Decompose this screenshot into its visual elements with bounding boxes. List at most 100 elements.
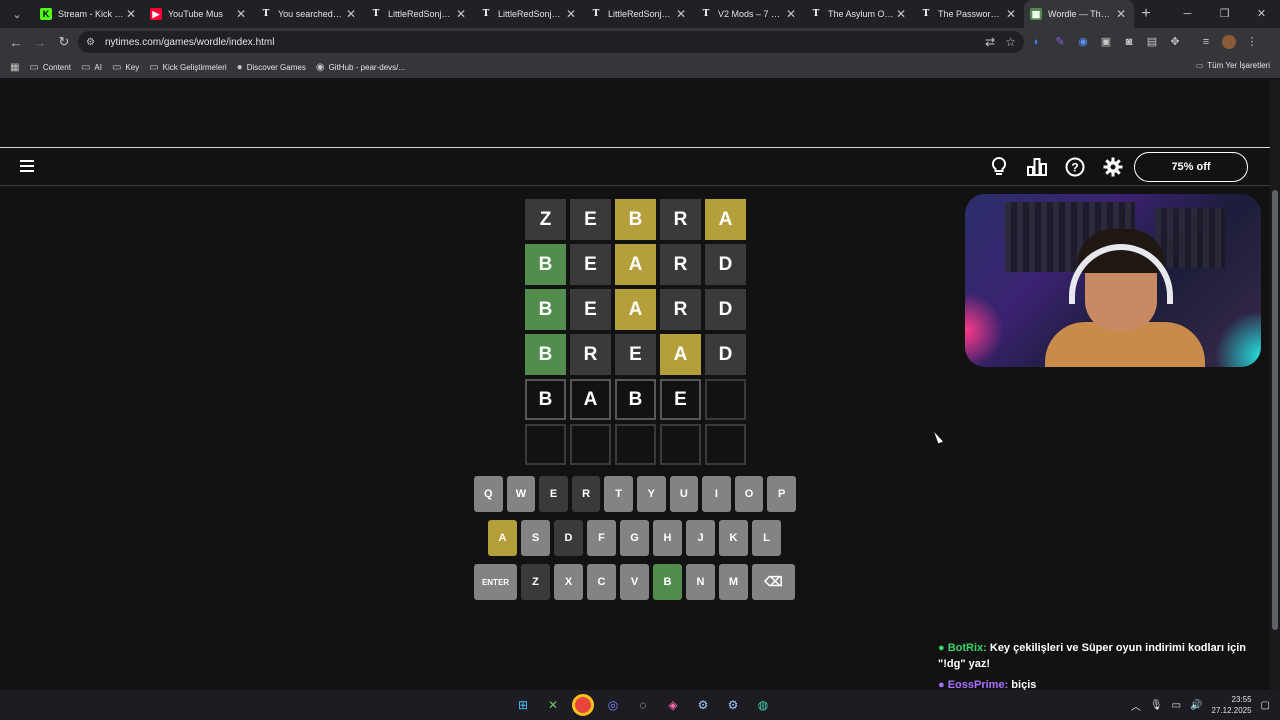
extension-icon[interactable]: ▤ <box>1145 35 1159 49</box>
bookmark-item[interactable]: ▭ Content <box>29 62 70 73</box>
bookmark-item[interactable]: ● Discover Games <box>237 62 306 73</box>
bookmark-item[interactable]: ▭ Kick Geliştirmeleri <box>149 62 226 73</box>
close-tab-icon[interactable]: ✕ <box>784 7 798 21</box>
key-x[interactable]: X <box>554 564 583 600</box>
key-j[interactable]: J <box>686 520 715 556</box>
browser-tab[interactable]: T LittleRedSonja & ✕ <box>364 0 474 28</box>
key-w[interactable]: W <box>506 476 536 512</box>
close-tab-icon[interactable]: ✕ <box>894 7 908 21</box>
windows-start-icon[interactable]: ⊞ <box>512 694 534 716</box>
key-i[interactable]: I <box>702 476 731 512</box>
browser-tab[interactable]: ▦ Wordle — The N ✕ <box>1024 0 1134 28</box>
volume-icon[interactable]: 🔊 <box>1190 700 1202 711</box>
maximize-button[interactable]: ❐ <box>1206 0 1243 28</box>
settings-gear-icon[interactable] <box>1102 156 1124 178</box>
minimize-button[interactable]: ─ <box>1169 0 1206 28</box>
browser-tab[interactable]: T LittleRedSonja an ✕ <box>474 0 584 28</box>
clock[interactable]: 23:55 27.12.2025 <box>1212 694 1252 716</box>
key-c[interactable]: C <box>587 564 616 600</box>
close-tab-icon[interactable]: ✕ <box>344 7 358 21</box>
help-icon[interactable]: ? <box>1064 156 1086 178</box>
close-tab-icon[interactable]: ✕ <box>1004 7 1018 21</box>
browser-tab[interactable]: ▶ YouTube Mus ✕ <box>144 0 254 28</box>
key-a[interactable]: A <box>488 520 517 556</box>
key-r[interactable]: R <box>571 476 601 512</box>
browser-tab[interactable]: T You searched for ✕ <box>254 0 364 28</box>
page-scrollbar[interactable] <box>1270 80 1280 690</box>
key-g[interactable]: G <box>620 520 649 556</box>
browser-tab[interactable]: T V2 Mods – 7 Days✕ <box>694 0 804 28</box>
tab-search-icon[interactable]: ⌄ <box>6 3 28 25</box>
key-y[interactable]: Y <box>636 476 666 512</box>
chevron-up-icon[interactable]: ︿ <box>1131 698 1141 713</box>
key-b[interactable]: B <box>653 564 682 600</box>
key-v[interactable]: V <box>620 564 649 600</box>
close-tab-icon[interactable]: ✕ <box>454 7 468 21</box>
hamburger-menu-icon[interactable] <box>20 160 34 172</box>
browser-tab[interactable]: T The Password Ga ✕ <box>914 0 1024 28</box>
key-n[interactable]: N <box>686 564 715 600</box>
site-info-icon[interactable]: ⚙ <box>86 37 95 48</box>
forward-button[interactable]: → <box>28 35 52 50</box>
extension-icon[interactable]: ◉ <box>1076 35 1090 49</box>
key-d[interactable]: D <box>554 520 583 556</box>
close-tab-icon[interactable]: ✕ <box>234 7 248 21</box>
app-icon[interactable]: ◈ <box>662 694 684 716</box>
key-e[interactable]: E <box>539 476 568 512</box>
key-o[interactable]: O <box>734 476 764 512</box>
back-button[interactable]: ← <box>4 35 28 50</box>
extensions-puzzle-icon[interactable]: ✥ <box>1168 35 1182 49</box>
key-q[interactable]: Q <box>474 476 503 512</box>
close-tab-icon[interactable]: ✕ <box>124 7 138 21</box>
key-t[interactable]: T <box>604 476 633 512</box>
key-k[interactable]: K <box>719 520 748 556</box>
new-tab-button[interactable]: + <box>1134 5 1158 23</box>
backspace-key[interactable]: ⌫ <box>752 564 795 600</box>
bookmark-item[interactable]: ◉ GitHub - pear-devs/... <box>316 62 405 73</box>
address-bar[interactable]: ⚙ nytimes.com/games/wordle/index.html ⇄ … <box>78 31 1024 53</box>
bookmark-item[interactable]: ▭ AI <box>81 62 102 73</box>
app-icon-2[interactable]: ◍ <box>752 694 774 716</box>
network-icon[interactable]: ▭ <box>1172 700 1181 711</box>
reading-list-icon[interactable]: ≡ <box>1199 35 1213 49</box>
xbox-icon[interactable]: ✕ <box>542 694 564 716</box>
close-window-button[interactable]: ✕ <box>1243 0 1280 28</box>
close-tab-icon[interactable]: ✕ <box>1114 7 1128 21</box>
browser-tab[interactable]: T LittleRedSonja an ✕ <box>584 0 694 28</box>
extension-icon[interactable]: ◙ <box>1122 35 1136 49</box>
obs-icon[interactable]: ◌ <box>632 694 654 716</box>
steam-icon[interactable]: ⚙ <box>692 694 714 716</box>
browser-tab[interactable]: K Stream - Kick Da ✕ <box>34 0 144 28</box>
browser-menu-icon[interactable]: ⋮ <box>1245 35 1259 49</box>
key-p[interactable]: P <box>767 476 796 512</box>
microphone-icon[interactable]: 🎙 <box>1150 700 1163 711</box>
close-tab-icon[interactable]: ✕ <box>564 7 578 21</box>
key-s[interactable]: S <box>521 520 550 556</box>
subscription-promo-button[interactable]: 75% off <box>1134 152 1248 182</box>
key-z[interactable]: Z <box>521 564 550 600</box>
notification-icon[interactable]: ▢ <box>1261 700 1270 711</box>
translate-icon[interactable]: ⇄ <box>985 35 995 49</box>
discord-icon[interactable]: ◎ <box>602 694 624 716</box>
steam-icon-2[interactable]: ⚙ <box>722 694 744 716</box>
reload-button[interactable]: ↻ <box>52 34 76 50</box>
enter-key[interactable]: ENTER <box>474 564 517 600</box>
statistics-icon[interactable] <box>1026 156 1048 178</box>
key-l[interactable]: L <box>752 520 781 556</box>
chrome-icon[interactable] <box>572 694 594 716</box>
bookmark-star-icon[interactable]: ☆ <box>1005 35 1016 49</box>
key-f[interactable]: F <box>587 520 616 556</box>
extension-icon[interactable]: ◐ <box>1030 35 1044 49</box>
extension-icon[interactable]: ✎ <box>1053 35 1067 49</box>
profile-avatar[interactable] <box>1222 35 1236 49</box>
bookmark-item[interactable]: ▭ Key <box>112 62 139 73</box>
apps-grid-icon[interactable]: ▦ <box>10 62 19 73</box>
key-m[interactable]: M <box>719 564 748 600</box>
key-u[interactable]: U <box>669 476 699 512</box>
close-tab-icon[interactable]: ✕ <box>674 7 688 21</box>
hint-lightbulb-icon[interactable] <box>988 156 1010 178</box>
extension-icon[interactable]: ▣ <box>1099 35 1113 49</box>
all-bookmarks-folder[interactable]: ▭ Tüm Yer İşaretleri <box>1196 61 1270 70</box>
browser-tab[interactable]: T The Asylum Over ✕ <box>804 0 914 28</box>
key-h[interactable]: H <box>653 520 682 556</box>
